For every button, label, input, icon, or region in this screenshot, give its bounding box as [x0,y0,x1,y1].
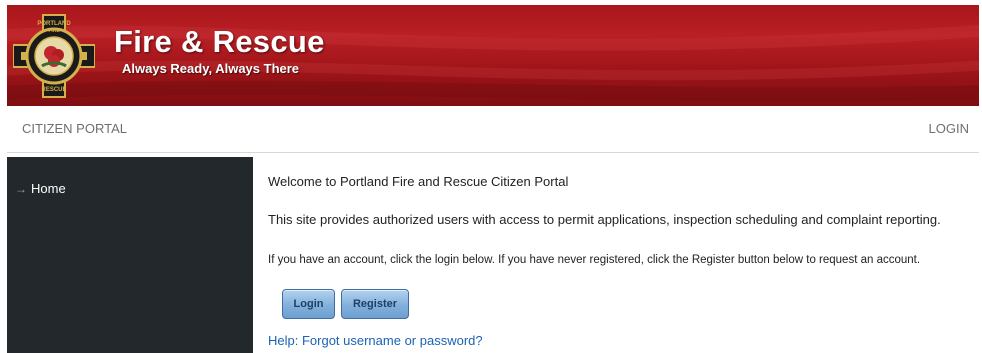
header-banner: PORTLAND FIRE RESCUE Fire & Rescue Alway… [7,5,979,106]
badge-bottom-text: RESCUE [41,87,66,93]
site-description: This site provides authorized users with… [268,212,941,227]
login-link[interactable]: LOGIN [929,121,969,136]
login-instructions: If you have an account, click the login … [268,254,921,266]
sidebar-item-label: Home [31,181,66,196]
arrow-right-icon: → [15,182,27,196]
fire-department-badge-icon: PORTLAND FIRE RESCUE [13,14,95,98]
top-navigation-bar: CITIZEN PORTAL LOGIN [7,106,979,153]
login-button[interactable]: Login [282,289,335,319]
badge-top-text-2: FIRE [48,28,60,34]
badge-top-text: PORTLAND [37,21,71,27]
forgot-credentials-link[interactable]: Help: Forgot username or password? [268,333,483,348]
register-button[interactable]: Register [341,289,409,319]
welcome-text: Welcome to Portland Fire and Rescue Citi… [268,174,569,189]
sidebar-item-home[interactable]: → Home [15,181,66,196]
main-content: Welcome to Portland Fire and Rescue Citi… [268,157,968,353]
brand-tagline: Always Ready, Always There [122,61,300,76]
portal-title: CITIZEN PORTAL [22,121,127,136]
sidebar: → Home [7,157,253,353]
brand-title: Fire & Rescue [114,24,325,59]
